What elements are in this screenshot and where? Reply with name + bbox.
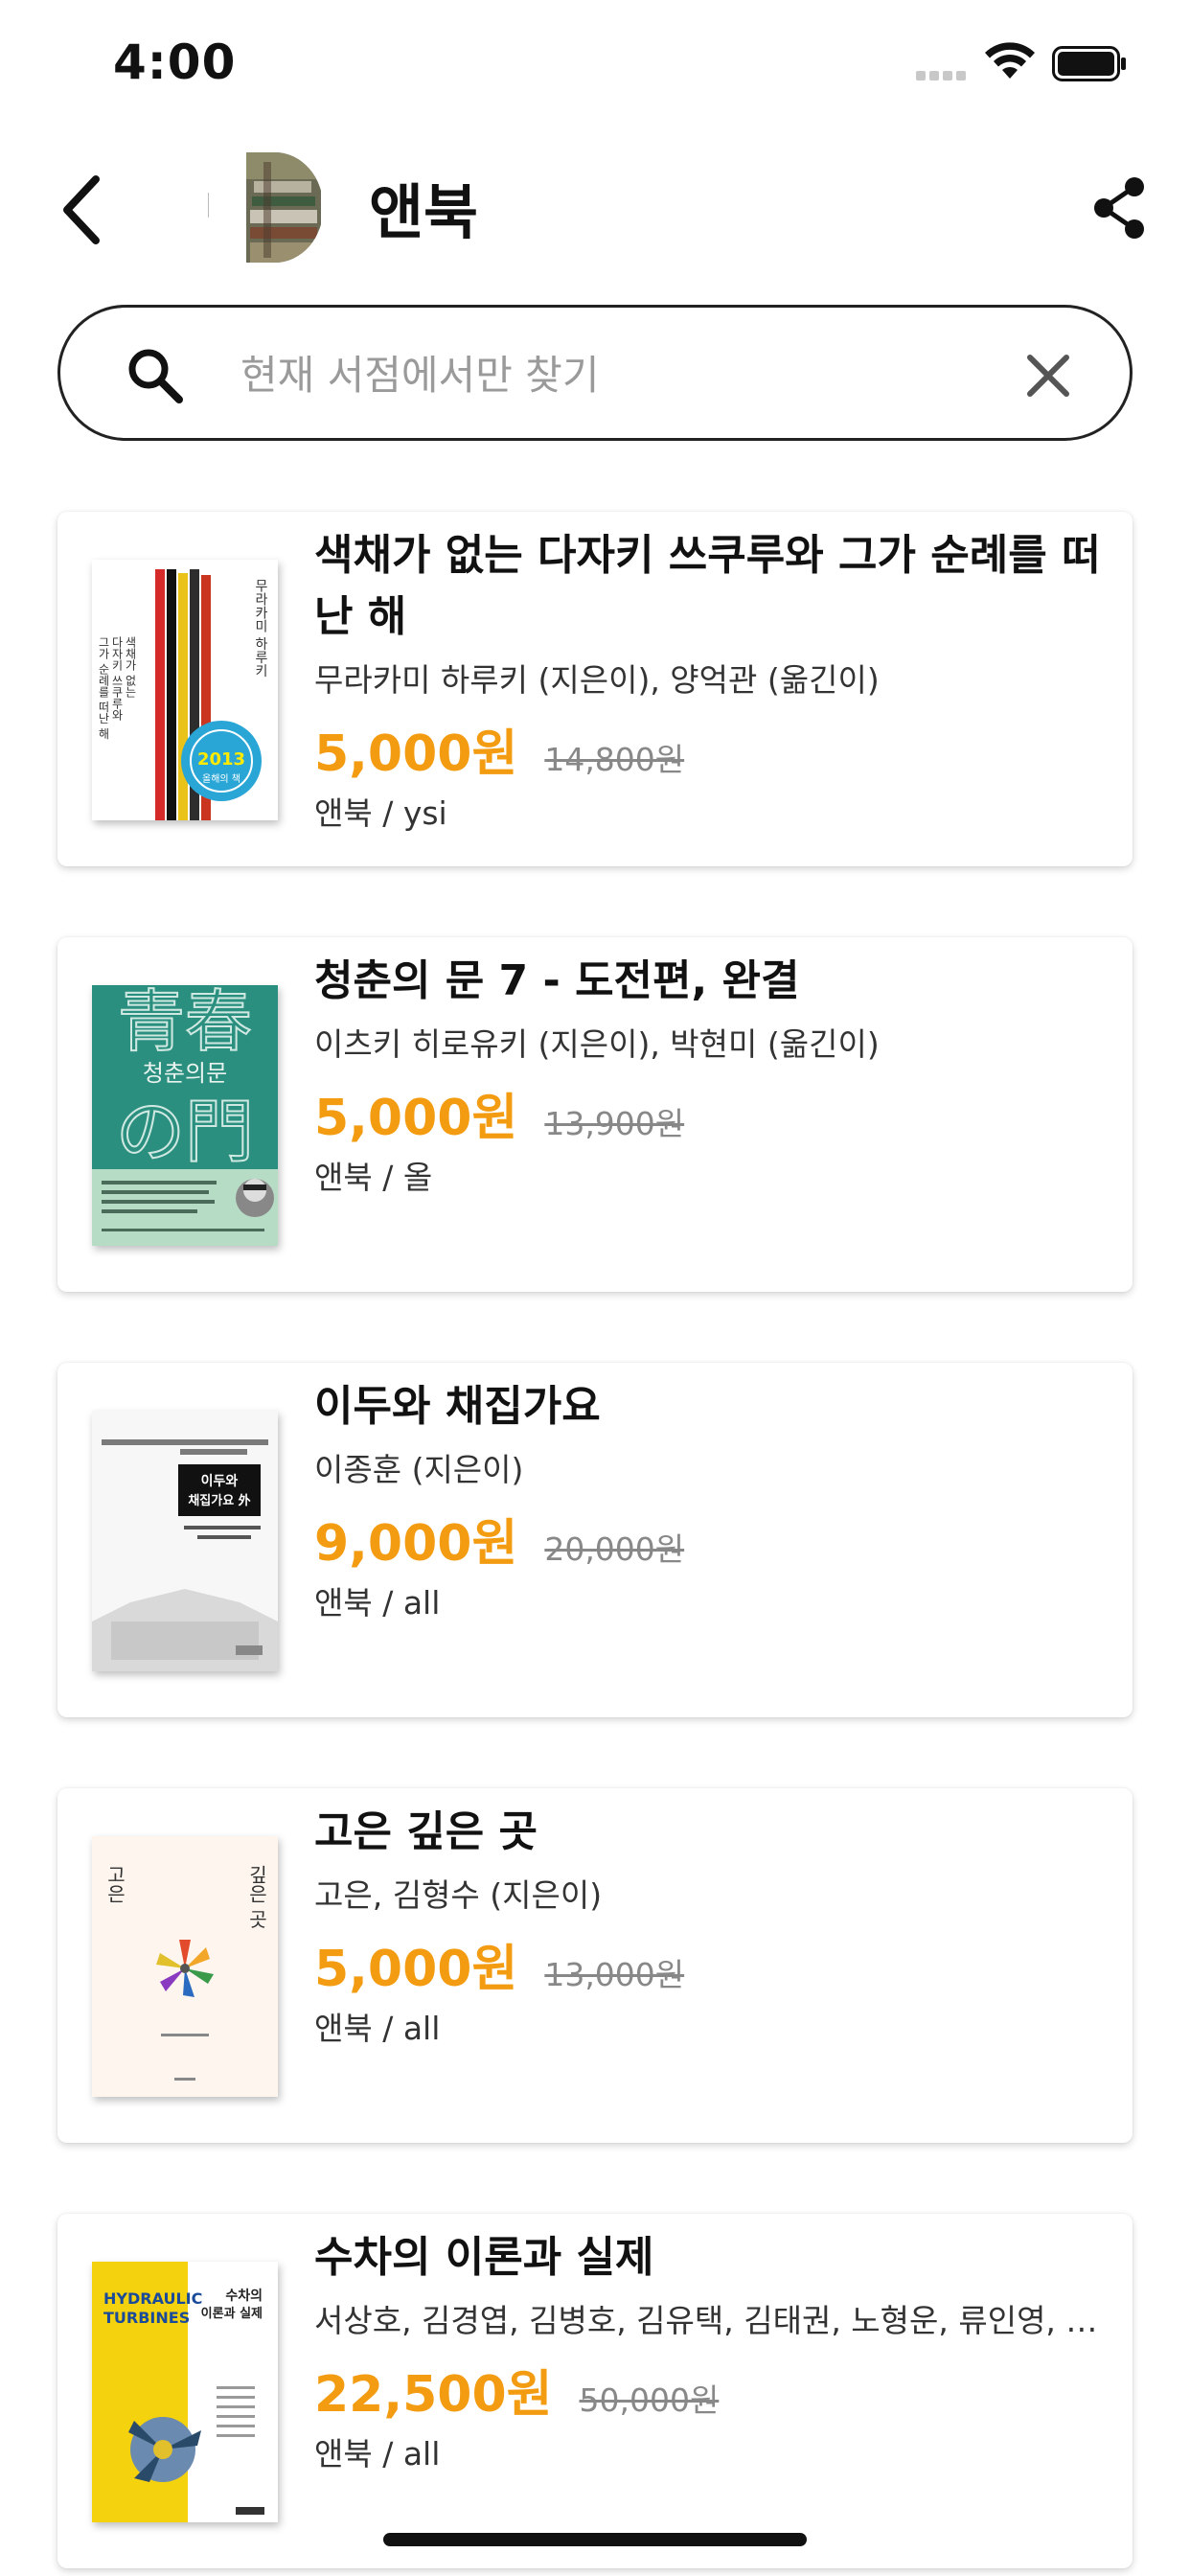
svg-text:青春: 青春 xyxy=(118,985,252,1061)
book-title: 고은 깊은 곳 xyxy=(314,1807,538,1856)
header: 앤북 xyxy=(0,129,1190,283)
close-icon xyxy=(1027,355,1069,397)
book-cover: HYDRAULIC TURBINES 수차의 이론과 실제 xyxy=(92,2262,278,2522)
svg-text:채집가요 外: 채집가요 外 xyxy=(188,1493,250,1508)
seller-label: 앤북 / all xyxy=(314,2435,441,2472)
book-cover: 이두와 채집가요 外 xyxy=(92,1411,278,1671)
book-info: 수차의 이론과 실제 서상호, 김경엽, 김병호, 김유택, 김태권, 노형운,… xyxy=(314,2227,1110,2474)
book-info: 청춘의 문 7 - 도전편, 완결 이츠키 히로유키 (지은이), 박현미 (옮… xyxy=(314,951,1110,1198)
book-author: 이츠키 히로유키 (지은이), 박현미 (옮긴이) xyxy=(314,1025,880,1063)
seller-label: 앤북 / ysi xyxy=(314,794,447,832)
cellular-signal-icon xyxy=(916,71,966,80)
book-card[interactable]: 青春 청춘의문 の門 청춘의 문 7 - 도전편, 완결 이츠키 히로유키 (지… xyxy=(57,937,1133,1292)
store-thumbnail xyxy=(207,152,323,263)
price-row: 9,000원 20,000원 xyxy=(314,1503,1110,1574)
svg-text:청춘의문: 청춘의문 xyxy=(143,1060,227,1087)
svg-text:2013: 2013 xyxy=(197,749,245,770)
original-price: 50,000원 xyxy=(579,2381,720,2419)
price-row: 22,500원 50,000원 xyxy=(314,2354,1110,2425)
svg-text:の門: の門 xyxy=(116,1092,254,1172)
original-price: 13,900원 xyxy=(544,1105,685,1142)
svg-text:다자키 쓰쿠루와: 다자키 쓰쿠루와 xyxy=(110,636,124,721)
back-button[interactable] xyxy=(54,172,111,248)
sale-price: 5,000원 xyxy=(314,1941,518,1998)
status-bar: 4:00 xyxy=(0,0,1190,129)
book-title: 청춘의 문 7 - 도전편, 완결 xyxy=(314,956,800,1005)
book-title: 수차의 이론과 실제 xyxy=(314,2233,654,2282)
book-card[interactable]: HYDRAULIC TURBINES 수차의 이론과 실제 수차의 이론과 실제… xyxy=(57,2214,1133,2568)
book-title: 색채가 없는 다자키 쓰쿠루와 그가 순례를 떠난 해 xyxy=(314,531,1101,641)
book-info: 고은 깊은 곳 고은, 김형수 (지은이) 5,000원 13,000원 앤북 … xyxy=(314,1802,1110,2049)
seller-label: 앤북 / all xyxy=(314,2010,441,2047)
search-input[interactable] xyxy=(240,336,1026,413)
battery-icon xyxy=(1052,46,1126,81)
book-cover: 고은 깊은 곳 xyxy=(92,1836,278,2097)
book-card[interactable]: 고은 깊은 곳 고은 깊은 곳 고은, 김형수 (지은이) 5,000원 13,… xyxy=(57,1788,1133,2143)
price-row: 5,000원 14,800원 xyxy=(314,713,1110,784)
book-card[interactable]: 이두와 채집가요 外 이두와 채집가요 이종훈 (지은이) 9,000원 20,… xyxy=(57,1363,1133,1717)
search-bar xyxy=(57,305,1133,441)
wifi-icon xyxy=(985,42,1035,79)
original-price: 20,000원 xyxy=(544,1530,685,1568)
status-time: 4:00 xyxy=(113,34,237,90)
sale-price: 22,500원 xyxy=(314,2366,553,2424)
seller-label: 앤북 / 올 xyxy=(314,1159,433,1196)
book-title: 이두와 채집가요 xyxy=(314,1382,601,1431)
svg-text:올해의 책: 올해의 책 xyxy=(202,772,240,785)
svg-text:TURBINES: TURBINES xyxy=(103,2309,190,2327)
sale-price: 5,000원 xyxy=(314,725,518,783)
svg-text:색채가 없는: 색채가 없는 xyxy=(124,636,137,698)
svg-text:수차의: 수차의 xyxy=(225,2288,263,2304)
book-cover: 무라카미 하루키 색채가 없는 다자키 쓰쿠루와 그가 순례를 떠난 해 201… xyxy=(92,560,278,820)
book-cover: 青春 청춘의문 の門 xyxy=(92,985,278,1246)
svg-text:HYDRAULIC: HYDRAULIC xyxy=(103,2289,202,2308)
sale-price: 9,000원 xyxy=(314,1515,518,1573)
svg-text:이두와: 이두와 xyxy=(201,1473,239,1489)
sale-price: 5,000원 xyxy=(314,1090,518,1147)
book-info: 이두와 채집가요 이종훈 (지은이) 9,000원 20,000원 앤북 / a… xyxy=(314,1376,1110,1623)
price-row: 5,000원 13,000원 xyxy=(314,1928,1110,1999)
page-title: 앤북 xyxy=(369,177,479,247)
clear-search-button[interactable] xyxy=(1015,342,1082,409)
search-icon xyxy=(128,349,183,403)
svg-text:고은: 고은 xyxy=(103,1865,126,1903)
book-author: 고은, 김형수 (지은이) xyxy=(314,1876,603,1914)
home-indicator[interactable] xyxy=(383,2533,807,2546)
original-price: 14,800원 xyxy=(544,741,685,778)
seller-label: 앤북 / all xyxy=(314,1584,441,1622)
share-icon xyxy=(1094,177,1144,239)
screen: 4:00 앤북 현재 서점에서만 찾기 무라카미 하루키 색채가 없는 다자키 … xyxy=(0,0,1190,2576)
book-author: 서상호, 김경엽, 김병호, 김유택, 김태권, 노형운, 류인영, 박상진 xyxy=(314,2302,1110,2339)
chevron-left-icon xyxy=(63,175,100,244)
svg-text:무라카미 하루키: 무라카미 하루키 xyxy=(253,579,268,678)
svg-text:깊은 곳: 깊은 곳 xyxy=(245,1865,268,1929)
book-author: 무라카미 하루키 (지은이), 양억관 (옮긴이) xyxy=(314,661,880,699)
share-button[interactable] xyxy=(1088,175,1150,241)
book-author: 이종훈 (지은이) xyxy=(314,1451,524,1488)
book-card[interactable]: 무라카미 하루키 색채가 없는 다자키 쓰쿠루와 그가 순례를 떠난 해 201… xyxy=(57,512,1133,866)
svg-text:그가 순례를 떠난 해: 그가 순례를 떠난 해 xyxy=(97,636,110,739)
original-price: 13,000원 xyxy=(544,1956,685,1993)
book-info: 색채가 없는 다자키 쓰쿠루와 그가 순례를 떠난 해 무라카미 하루키 (지은… xyxy=(314,525,1110,834)
svg-text:이론과 실제: 이론과 실제 xyxy=(201,2306,263,2321)
price-row: 5,000원 13,900원 xyxy=(314,1077,1110,1148)
